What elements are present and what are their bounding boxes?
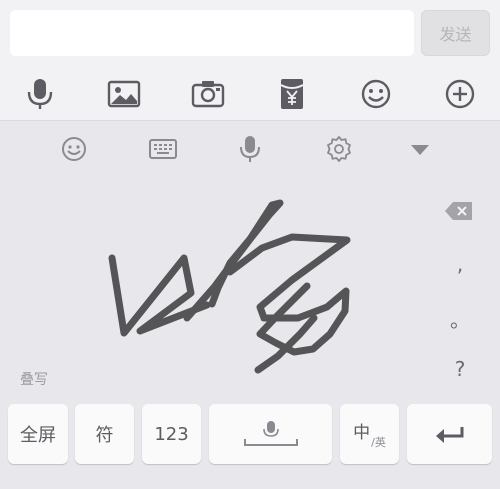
backspace-button[interactable]: [442, 198, 476, 224]
backspace-icon: [445, 202, 472, 220]
period-key[interactable]: 。: [440, 302, 480, 334]
keyboard-toolbar: [0, 122, 500, 176]
comma-key[interactable]: ,: [440, 248, 480, 280]
keyboard-emoji-button[interactable]: [58, 134, 90, 164]
numbers-key[interactable]: 123: [142, 404, 201, 464]
message-input-bar: 发送: [0, 0, 500, 66]
camera-icon: [191, 81, 225, 108]
image-icon: [107, 80, 141, 108]
message-input[interactable]: [10, 10, 414, 56]
space-key[interactable]: [209, 404, 332, 464]
language-secondary-label: /英: [371, 436, 386, 449]
keyboard-icon: [149, 139, 177, 159]
more-options-button[interactable]: [442, 76, 478, 112]
emoji-icon: [62, 137, 86, 161]
hide-keyboard-button[interactable]: [404, 134, 436, 164]
return-arrow-icon: [435, 427, 463, 443]
keyboard-voice-button[interactable]: [234, 134, 266, 164]
switch-keyboard-button[interactable]: [147, 134, 179, 164]
red-envelope-icon: [280, 79, 304, 109]
plus-icon: [445, 79, 475, 109]
chat-tool-row: [0, 66, 500, 121]
camera-button[interactable]: [190, 76, 226, 112]
question-mark-key[interactable]: ?: [440, 353, 480, 385]
fullscreen-key[interactable]: 全屏: [8, 404, 68, 464]
red-envelope-button[interactable]: [274, 76, 310, 112]
triangle-down-icon: [411, 145, 429, 155]
handwriting-pad[interactable]: [0, 176, 430, 390]
overlap-mode-label: 叠写: [20, 372, 48, 388]
language-primary-label: 中: [353, 422, 371, 443]
photo-button[interactable]: [106, 76, 142, 112]
symbols-key[interactable]: 符: [75, 404, 134, 464]
handwriting-strokes: [108, 199, 351, 374]
emoji-icon: [361, 79, 391, 109]
space-microphone-icon: [243, 421, 298, 446]
microphone-icon: [240, 136, 260, 162]
language-switch-key[interactable]: 中/英: [340, 404, 399, 464]
emoji-button[interactable]: [358, 76, 394, 112]
keyboard-settings-button[interactable]: [323, 134, 355, 164]
microphone-icon: [27, 79, 53, 109]
enter-key[interactable]: [407, 404, 492, 464]
gear-icon: [327, 136, 351, 162]
send-button[interactable]: 发送: [421, 10, 490, 56]
voice-message-button[interactable]: [22, 76, 58, 112]
